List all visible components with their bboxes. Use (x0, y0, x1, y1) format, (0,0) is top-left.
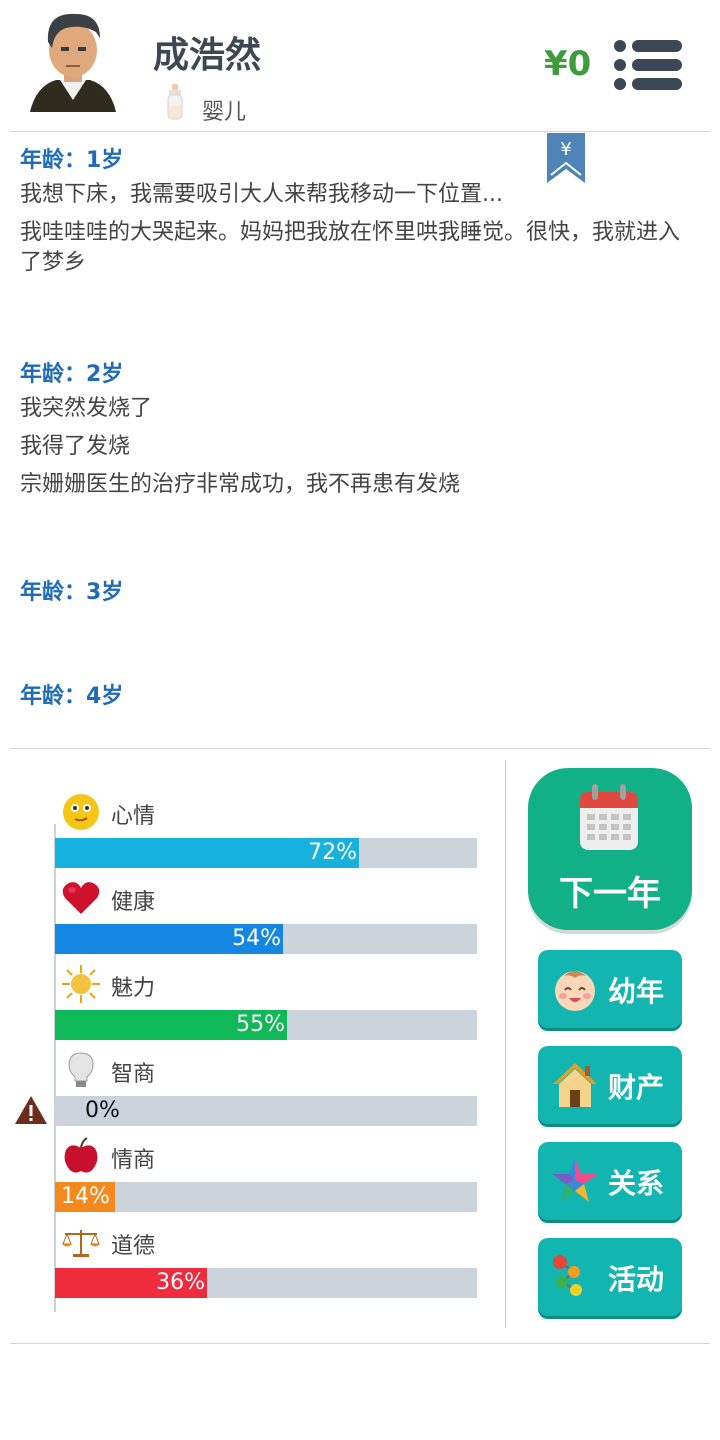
baby-bottle-icon (167, 84, 183, 120)
stat-label: 心情 (111, 804, 156, 829)
log-age: 年龄：2岁 (20, 362, 124, 387)
log-line: 我哇哇哇的大哭起来。妈妈把我放在怀里哄我睡觉。很快，我就进入了梦乡 (20, 220, 681, 275)
log-line: 我想下床，我需要吸引大人来帮我移动一下位置... (20, 182, 503, 207)
log-entry: 年龄：3岁 (20, 574, 700, 678)
log-age: 年龄：3岁 (20, 580, 124, 605)
log-entry: 年龄：4岁 (20, 678, 700, 716)
log-line: 我得了发烧 (20, 434, 131, 459)
stat-row-mood: 心情 72% (55, 792, 477, 878)
apple-icon (64, 1137, 98, 1173)
stat-bar: 36% (55, 1268, 477, 1298)
stat-label: 魅力 (111, 976, 156, 1001)
stat-value: 55% (236, 1012, 285, 1037)
stat-value: 36% (156, 1270, 205, 1295)
assets-button[interactable]: 财产 (538, 1046, 682, 1124)
stat-value: 54% (232, 926, 281, 951)
stat-bar: 14% (55, 1182, 477, 1212)
relations-label: 关系 (608, 1167, 665, 1200)
stat-bar: 0% (55, 1096, 477, 1126)
menu-list-icon[interactable] (612, 38, 684, 92)
lightbulb-icon (68, 1052, 94, 1087)
life-log: 年龄：1岁 我想下床，我需要吸引大人来帮我移动一下位置... 我哇哇哇的大哭起来… (20, 142, 700, 742)
stat-row-health: 健康 54% (55, 878, 477, 964)
smiley-icon (63, 794, 99, 830)
heart-icon (62, 882, 100, 914)
log-line: 宗姗姗医生的治疗非常成功，我不再患有发烧 (20, 472, 461, 497)
bottom-divider (10, 1343, 710, 1344)
calendar-icon (580, 784, 638, 850)
log-line: 我突然发烧了 (20, 396, 153, 421)
log-entry: 年龄：1岁 我想下床，我需要吸引大人来帮我移动一下位置... 我哇哇哇的大哭起来… (20, 142, 700, 356)
house-icon (553, 1063, 597, 1107)
stat-row-eq: 情商 14% (55, 1136, 477, 1222)
stat-row-morality: 道德 36% (55, 1222, 477, 1308)
activities-button[interactable]: 活动 (538, 1238, 682, 1316)
childhood-button[interactable]: 幼年 (538, 950, 682, 1028)
header-divider (10, 131, 710, 132)
stat-bar: 54% (55, 924, 477, 954)
stat-row-charm: 魅力 55% (55, 964, 477, 1050)
warning-icon[interactable] (14, 1095, 48, 1125)
log-age: 年龄：1岁 (20, 148, 124, 173)
stat-label: 健康 (111, 890, 156, 915)
stat-bar: 55% (55, 1010, 477, 1040)
stat-row-iq: 智商 0% (55, 1050, 477, 1136)
stat-bar: 72% (55, 838, 477, 868)
log-age: 年龄：4岁 (20, 684, 124, 709)
panel-separator (505, 760, 506, 1328)
life-stage: 婴儿 (202, 100, 247, 125)
scales-icon (62, 1230, 100, 1257)
activity-dots-icon (553, 1255, 582, 1296)
activities-label: 活动 (608, 1263, 665, 1296)
avatar[interactable] (26, 8, 120, 118)
stat-value: 72% (308, 840, 357, 865)
money-balance: ¥0 (544, 44, 592, 84)
log-entry: 年龄：2岁 我突然发烧了 我得了发烧 宗姗姗医生的治疗非常成功，我不再患有发烧 (20, 356, 700, 574)
stat-value: 0% (85, 1098, 120, 1123)
character-name: 成浩然 (153, 35, 262, 76)
log-divider (10, 748, 710, 749)
childhood-label: 幼年 (608, 975, 665, 1008)
star-icon (552, 1158, 598, 1202)
stat-label: 道德 (111, 1234, 156, 1259)
bookmark-icon[interactable]: ¥ (547, 133, 585, 183)
bookmark-symbol: ¥ (560, 139, 571, 160)
next-year-label: 下一年 (559, 874, 661, 914)
baby-face-icon (555, 971, 595, 1011)
next-year-button[interactable]: 下一年 (528, 768, 692, 930)
header: 成浩然 婴儿 ¥0 (0, 0, 720, 130)
relations-button[interactable]: 关系 (538, 1142, 682, 1220)
stat-label: 情商 (111, 1148, 156, 1173)
sun-icon (62, 965, 100, 1003)
assets-label: 财产 (608, 1071, 665, 1104)
stat-label: 智商 (111, 1062, 156, 1087)
stat-value: 14% (61, 1184, 110, 1209)
